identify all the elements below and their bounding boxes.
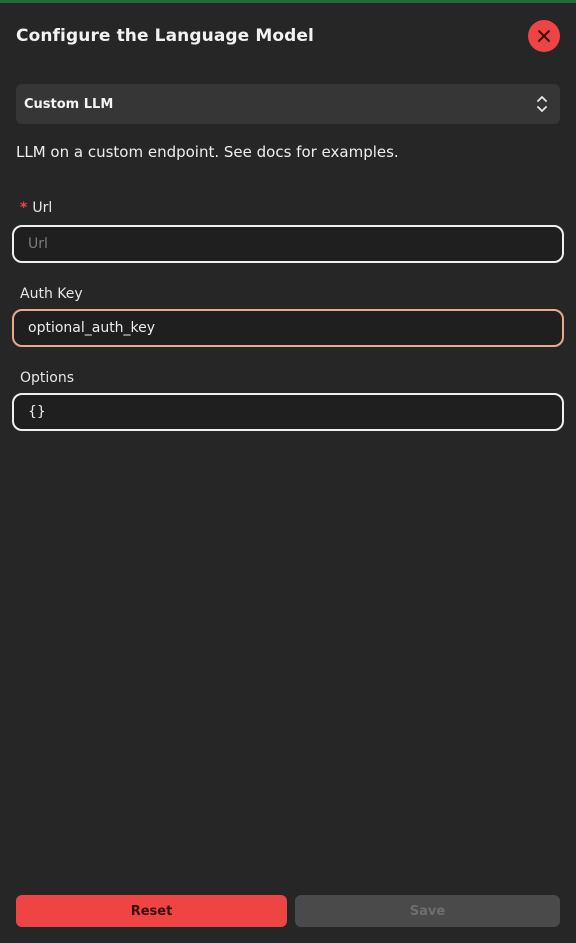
model-select-value: Custom LLM <box>24 96 114 112</box>
url-input[interactable] <box>12 225 564 263</box>
url-label-text: Url <box>32 200 53 216</box>
chevron-up-down-icon <box>537 96 547 112</box>
url-label: * Url <box>20 200 52 216</box>
model-description: LLM on a custom endpoint. See docs for e… <box>16 143 399 161</box>
close-button[interactable] <box>528 20 560 52</box>
required-marker: * <box>20 200 28 216</box>
options-input[interactable] <box>12 393 564 431</box>
options-label: Options <box>20 370 75 386</box>
save-button[interactable]: Save <box>295 895 560 927</box>
close-icon <box>538 30 550 42</box>
dialog-title: Configure the Language Model <box>16 26 314 46</box>
auth-key-input[interactable] <box>12 309 564 347</box>
configure-model-dialog: Configure the Language Model Custom LLM … <box>0 0 576 943</box>
auth-key-label: Auth Key <box>20 286 83 302</box>
model-select[interactable]: Custom LLM <box>16 84 560 124</box>
reset-button[interactable]: Reset <box>16 895 287 927</box>
